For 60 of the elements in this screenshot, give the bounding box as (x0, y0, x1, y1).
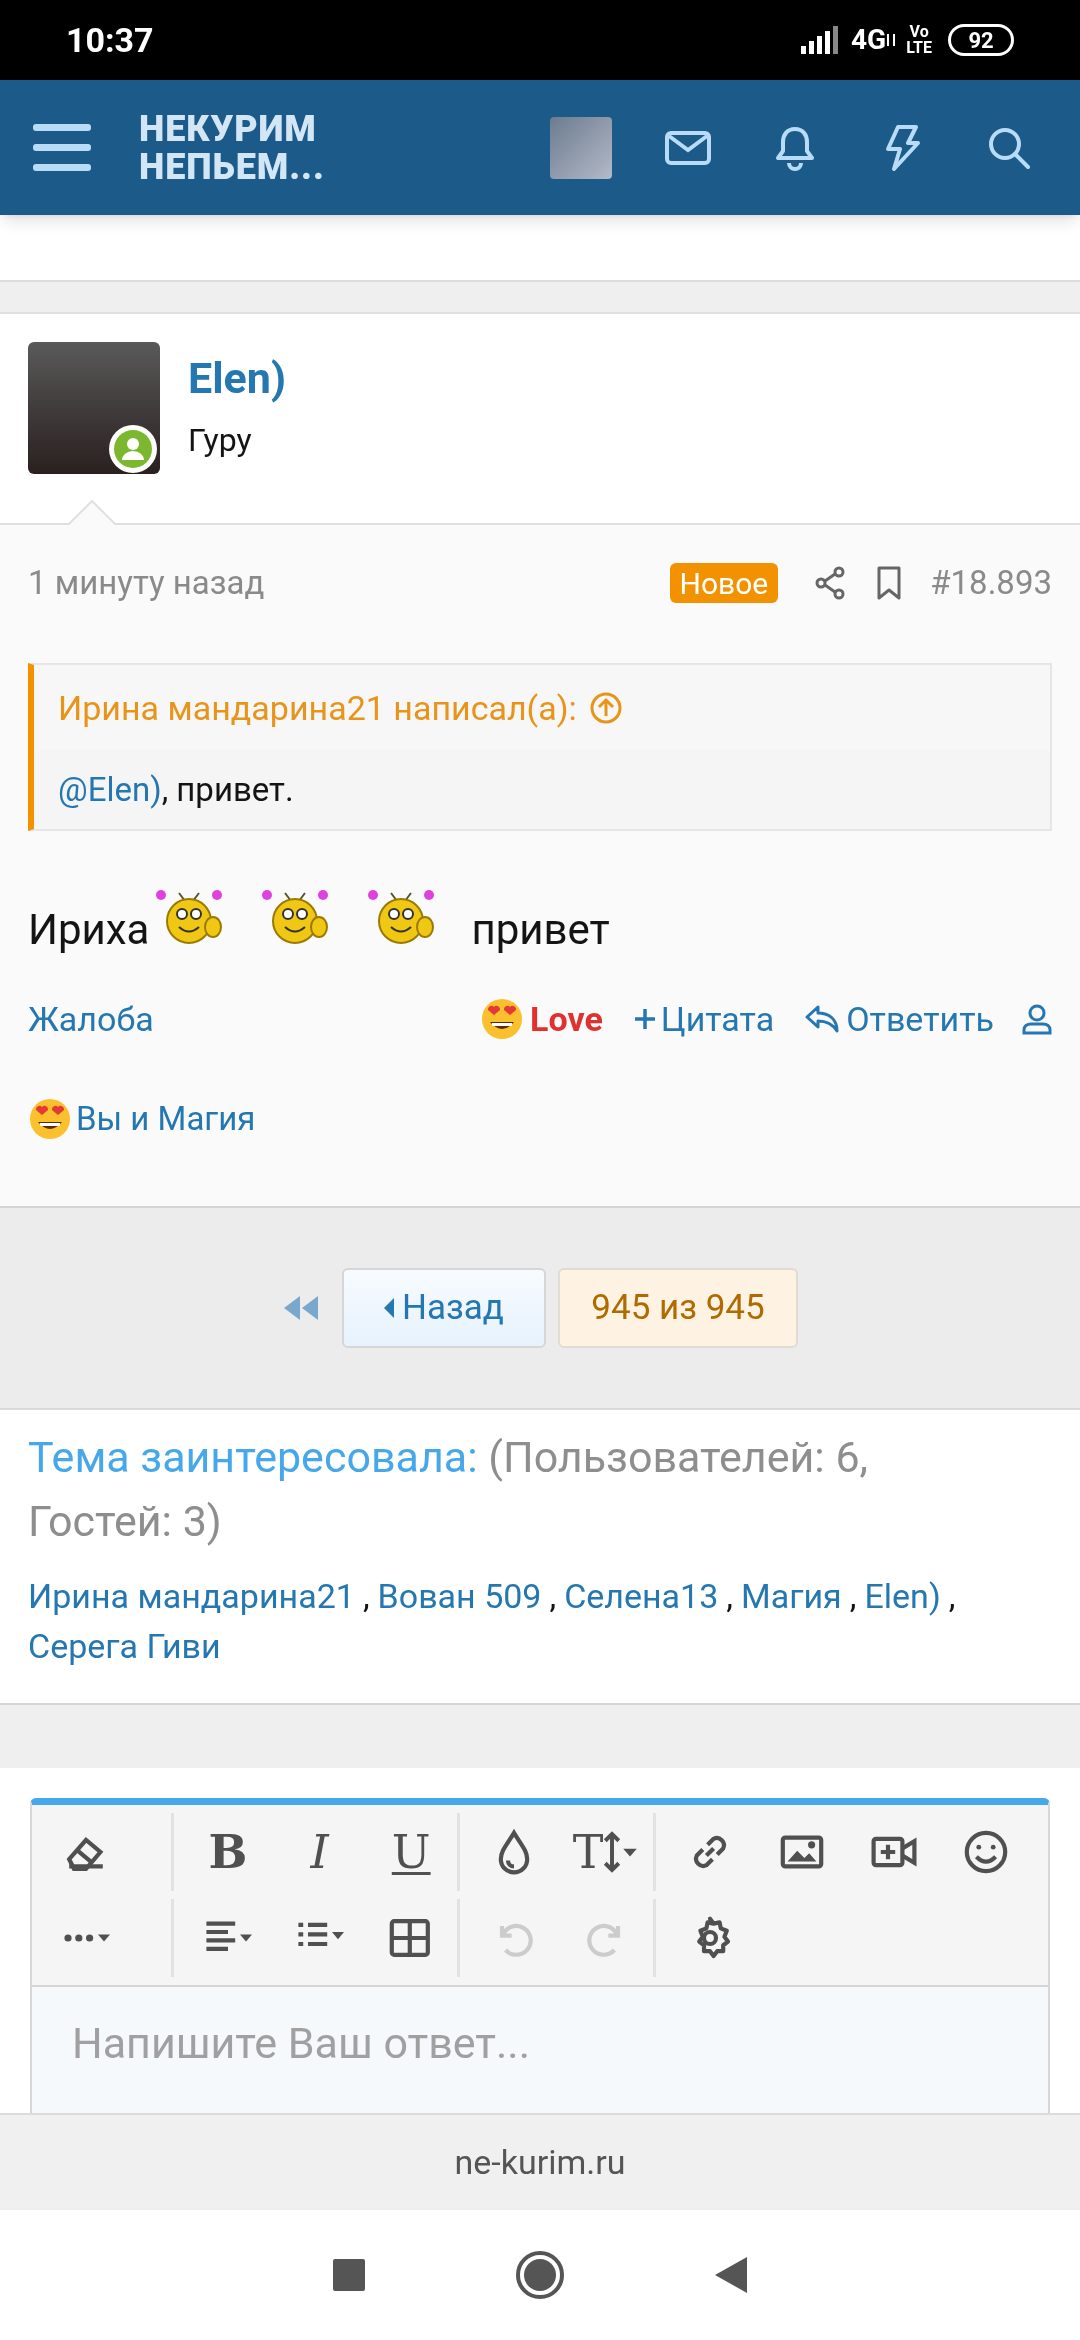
reply-input-field[interactable]: Напишите Ваш ответ... (32, 1987, 1048, 2113)
separator-comma: , (849, 1576, 857, 1616)
user-link[interactable]: Elen) (864, 1576, 941, 1616)
photo-placeholder[interactable] (549, 116, 612, 179)
home-icon[interactable] (515, 2250, 565, 2300)
page-indicator-button[interactable]: 945 из 945 (558, 1268, 798, 1348)
heart-eyes-emoji-icon (28, 1097, 72, 1141)
user-link[interactable]: Серега Гиви (28, 1626, 221, 1666)
separator-comma: , (948, 1576, 956, 1616)
underline-button[interactable]: U (391, 1829, 431, 1875)
love-reaction-button[interactable]: Love (480, 993, 603, 1045)
site-logo[interactable]: НЕКУРИМ НЕПЬЕМ... (139, 109, 325, 186)
separator-comma: , (362, 1576, 370, 1616)
volte-label: Vo (909, 24, 929, 40)
plus-icon (632, 1007, 657, 1031)
report-link[interactable]: Жалоба (28, 993, 154, 1045)
share-icon[interactable] (814, 566, 847, 600)
italic-button[interactable]: I (310, 1829, 329, 1875)
volte-label: LTE (906, 40, 932, 56)
user-title: Гуру (188, 420, 253, 461)
message-text: привет (471, 904, 610, 956)
url-text: ne-kurim.ru (454, 2141, 626, 2184)
smiley-face-icon[interactable] (962, 1828, 1010, 1876)
separator-comma: , (549, 1576, 557, 1616)
user-link[interactable]: Селена13 (564, 1576, 719, 1616)
post-number[interactable]: #18.893 (930, 558, 1052, 608)
search-icon[interactable] (986, 125, 1031, 170)
mention-link[interactable]: @Elen) (58, 770, 162, 810)
author-name[interactable]: Elen) (188, 352, 286, 404)
user-icon[interactable] (1022, 1003, 1052, 1035)
quote-button[interactable]: Цитата (632, 993, 775, 1045)
back-button[interactable]: Назад (342, 1268, 546, 1348)
reply-icon (804, 1004, 841, 1034)
data-arrows-icon (886, 32, 897, 48)
new-badge: Новое (669, 563, 779, 603)
menu-icon[interactable] (33, 123, 91, 172)
mail-icon[interactable] (664, 130, 711, 165)
bell-icon[interactable] (774, 124, 815, 171)
caret-left-icon (384, 1298, 394, 1318)
message-text: Ириха (28, 904, 150, 956)
bookmark-icon[interactable] (876, 566, 903, 600)
lightning-icon[interactable] (883, 124, 920, 171)
separator-comma: , (726, 1576, 734, 1616)
user-link[interactable]: Магия (741, 1576, 842, 1616)
bold-button[interactable]: B (208, 1829, 248, 1875)
reactions-link[interactable]: Вы и Магия (76, 1094, 256, 1144)
font-size-button[interactable]: T (572, 1829, 640, 1875)
interested-heading: Тема заинтересовала: (Пользователей: 6, Гостей: 3) (28, 1431, 870, 1548)
user-link[interactable]: Вован 509 (377, 1576, 542, 1616)
network-type: 4G (851, 22, 887, 58)
text-input[interactable]: Напишите Ваш ответ... (72, 2011, 1008, 2076)
user-link[interactable]: Ирина мандарина21 (28, 1576, 355, 1616)
back-icon[interactable] (715, 2257, 747, 2293)
post-time[interactable]: 1 минуту назад (28, 558, 265, 608)
reply-button[interactable]: Ответить (804, 993, 994, 1045)
quote-text: @Elen), привет. (58, 769, 294, 812)
avatar-photo-placeholder[interactable] (28, 342, 160, 474)
status-time: 10:37 (66, 18, 154, 62)
battery-indicator: 92 (948, 24, 1014, 56)
heart-eyes-emoji-icon (480, 997, 525, 1041)
